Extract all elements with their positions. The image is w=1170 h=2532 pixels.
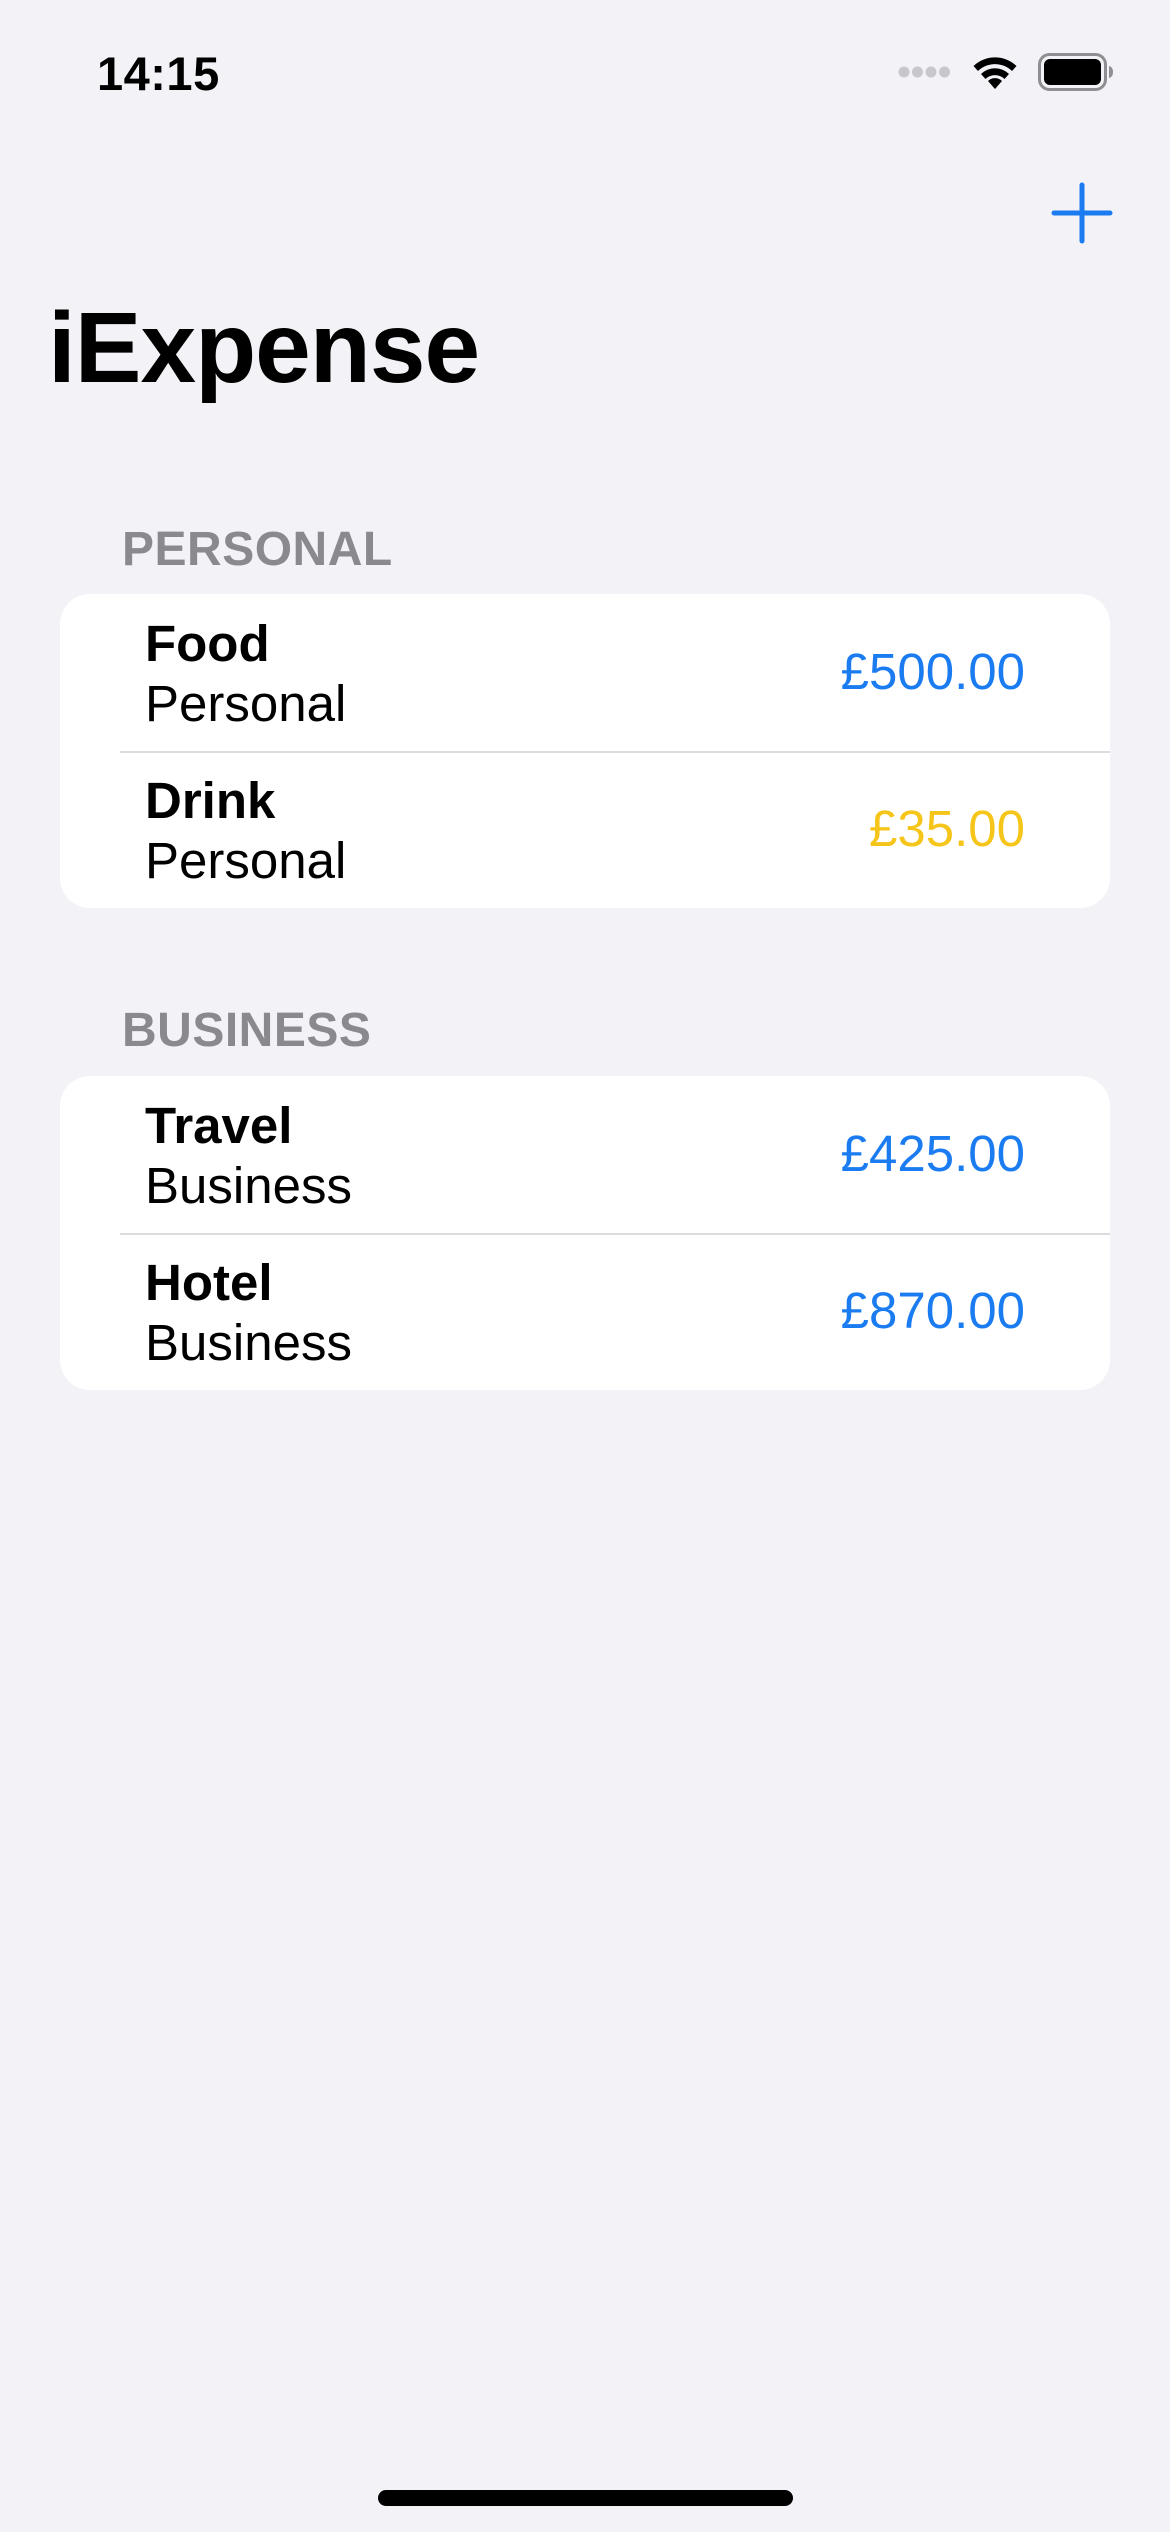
battery-icon — [1038, 52, 1114, 96]
status-bar: 14:15 — [0, 0, 1170, 150]
expense-name: Food — [145, 615, 270, 672]
cellular-signal-icon — [898, 65, 952, 84]
expense-row[interactable]: Travel Business £425.00 — [60, 1076, 1110, 1233]
home-indicator[interactable] — [378, 2490, 793, 2506]
expense-amount: £500.00 — [840, 643, 1025, 700]
status-time: 14:15 — [97, 47, 220, 100]
expense-type: Business — [145, 1157, 352, 1214]
expense-list-card: Travel Business £425.00 Hotel Business £… — [60, 1076, 1110, 1390]
section-header: PERSONAL — [122, 523, 393, 576]
expense-row[interactable]: Food Personal £500.00 — [60, 594, 1110, 751]
expense-list-card: Food Personal £500.00 Drink Personal £35… — [60, 594, 1110, 908]
section-header: BUSINESS — [122, 1004, 372, 1057]
add-expense-button[interactable] — [1049, 180, 1115, 246]
expense-type: Business — [145, 1314, 352, 1371]
expense-row[interactable]: Drink Personal £35.00 — [60, 751, 1110, 908]
expense-type: Personal — [145, 832, 347, 889]
navigation-bar — [0, 150, 1170, 270]
page-title: iExpense — [48, 292, 480, 404]
expense-name: Hotel — [145, 1254, 273, 1311]
status-icons — [898, 52, 1114, 96]
plus-icon — [1051, 182, 1113, 244]
expense-type: Personal — [145, 675, 347, 732]
expense-amount: £870.00 — [840, 1282, 1025, 1339]
expense-name: Travel — [145, 1097, 293, 1154]
expense-amount: £35.00 — [869, 800, 1025, 857]
wifi-icon — [970, 53, 1020, 96]
expense-name: Drink — [145, 772, 276, 829]
expense-amount: £425.00 — [840, 1125, 1025, 1182]
expense-row[interactable]: Hotel Business £870.00 — [60, 1233, 1110, 1390]
